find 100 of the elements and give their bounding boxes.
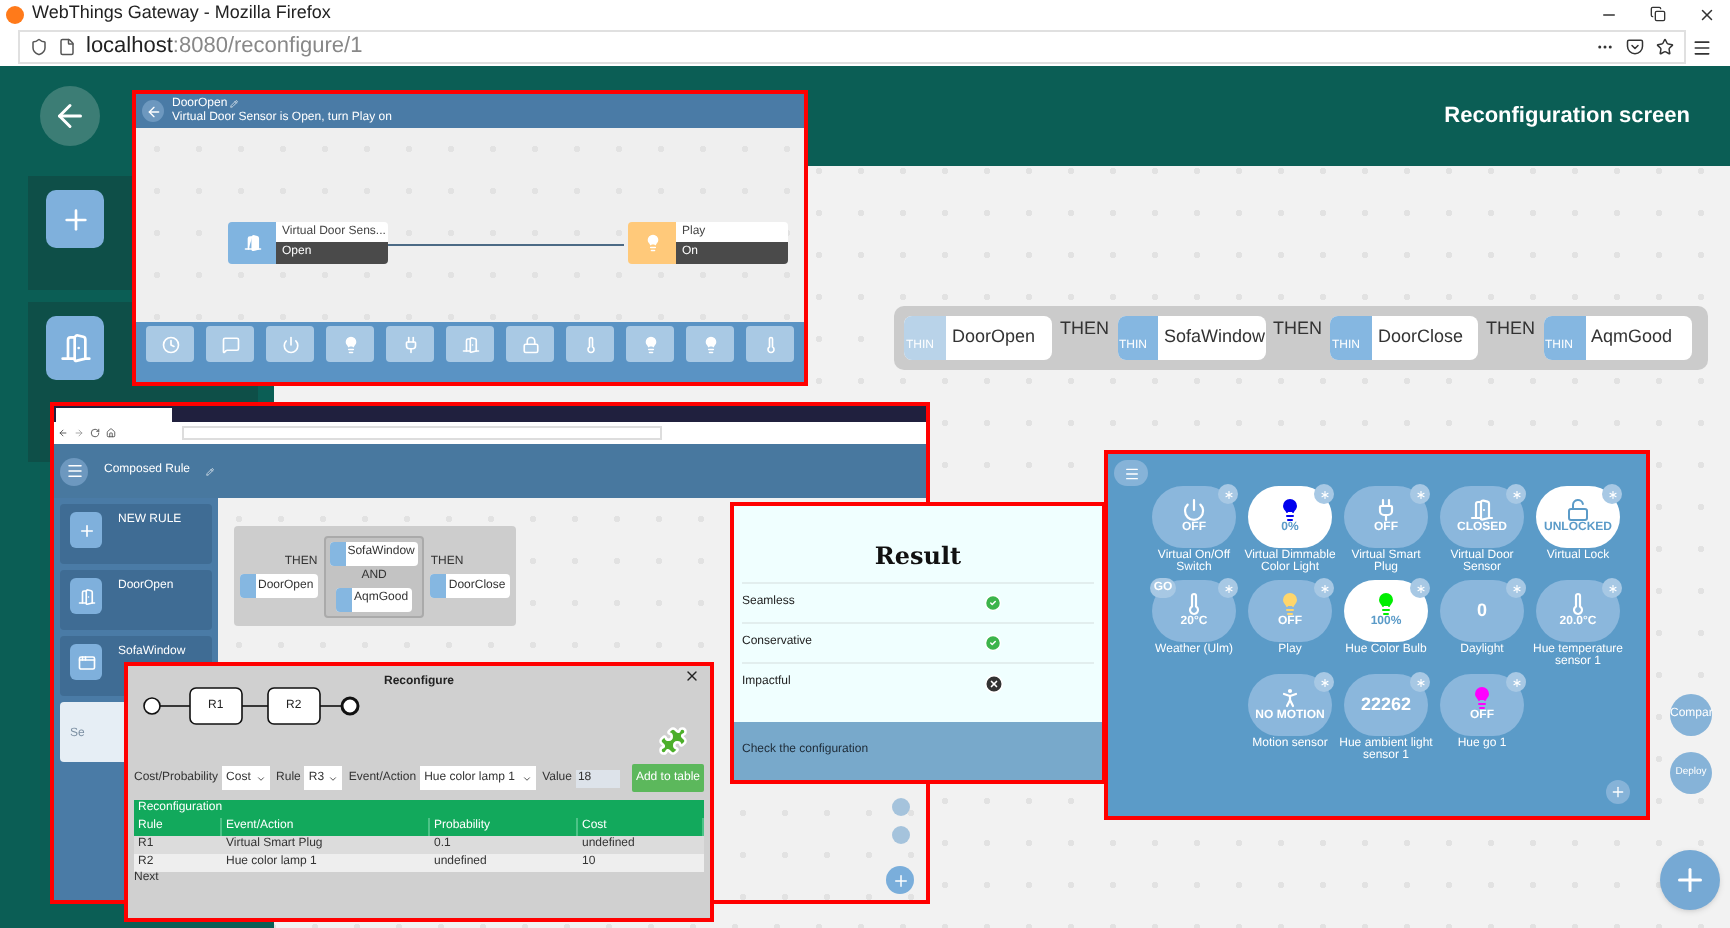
- pocket-icon[interactable]: [1626, 38, 1644, 56]
- puzzle-icon: [658, 726, 688, 756]
- window-title: WebThings Gateway - Mozilla Firefox: [32, 0, 331, 27]
- palette-tile[interactable]: [146, 326, 194, 362]
- plus-icon: [77, 521, 95, 539]
- add-button[interactable]: [886, 866, 914, 894]
- new-rule-button[interactable]: [46, 190, 104, 248]
- wand-button[interactable]: [1218, 578, 1238, 598]
- then-label: THEN: [1060, 316, 1109, 343]
- wand-button[interactable]: [1602, 484, 1622, 504]
- wand-button[interactable]: [1410, 484, 1430, 504]
- wand-button[interactable]: [1314, 672, 1334, 692]
- lightbulb-icon: [643, 234, 661, 252]
- reload-icon[interactable]: [90, 428, 100, 438]
- url-bar[interactable]: localhost:8080/reconfigure/1: [18, 30, 1686, 64]
- star-icon[interactable]: [1656, 38, 1674, 56]
- chevron-icon: [328, 773, 339, 783]
- asterisk-icon: [1605, 581, 1619, 595]
- wand-button[interactable]: [1314, 578, 1334, 598]
- url-field[interactable]: [182, 426, 662, 440]
- palette-tile[interactable]: [566, 326, 614, 362]
- power-icon: [1182, 498, 1206, 522]
- asterisk-icon: [1413, 581, 1427, 595]
- door-icon: [461, 335, 479, 353]
- restore-icon[interactable]: [1650, 5, 1666, 21]
- clock-icon: [161, 335, 179, 353]
- wand-button[interactable]: [1314, 484, 1334, 504]
- plus-icon: [1610, 784, 1626, 800]
- chevron-icon: [256, 773, 267, 783]
- thing-state: 22262: [1360, 698, 1412, 712]
- plug-icon: [401, 335, 419, 353]
- palette-tile[interactable]: [626, 326, 674, 362]
- asterisk-icon: [1413, 675, 1427, 689]
- palette-tile[interactable]: [746, 326, 794, 362]
- asterisk-icon: [1221, 487, 1235, 501]
- then-label: THEN: [1273, 316, 1322, 343]
- lightbulb-icon: [341, 335, 359, 353]
- wand-button[interactable]: [1218, 484, 1238, 504]
- palette-tile[interactable]: [386, 326, 434, 362]
- plus-icon: [891, 871, 909, 889]
- asterisk-icon: [1509, 487, 1523, 501]
- forward-icon[interactable]: [74, 428, 84, 438]
- asterisk-icon: [1317, 675, 1331, 689]
- thing-name: DoorOpen: [950, 324, 1036, 351]
- plug-icon: [1374, 498, 1398, 522]
- door-icon: [1470, 498, 1494, 522]
- asterisk-icon: [1605, 487, 1619, 501]
- asterisk-icon: [1317, 581, 1331, 595]
- window-icon: [77, 653, 95, 671]
- add-button[interactable]: [1606, 780, 1630, 804]
- menu-icon: [65, 462, 83, 480]
- wand-button[interactable]: [1410, 672, 1430, 692]
- wand-button[interactable]: [1602, 578, 1622, 598]
- back-button[interactable]: [40, 86, 100, 146]
- asterisk-icon: [1509, 581, 1523, 595]
- palette-tile[interactable]: [326, 326, 374, 362]
- back-icon[interactable]: [58, 428, 68, 438]
- chevron-icon: [522, 773, 533, 783]
- asterisk-icon: [1221, 581, 1235, 595]
- power-icon: [281, 335, 299, 353]
- page-icon: [58, 38, 76, 56]
- close-icon[interactable]: [684, 668, 700, 684]
- unlocked-icon: [1566, 498, 1590, 522]
- menu-button[interactable]: [60, 457, 88, 485]
- edit-icon: [206, 467, 215, 475]
- firefox-icon: [6, 5, 24, 23]
- add-fab[interactable]: [1660, 850, 1720, 910]
- then-label: THEN: [1486, 316, 1535, 343]
- thing-name: DoorClose: [1376, 324, 1464, 351]
- lightbulb-icon: [641, 335, 659, 353]
- page-title: Reconfiguration screen: [1444, 101, 1690, 132]
- menu-icon[interactable]: [1692, 37, 1712, 57]
- door-icon: [59, 332, 91, 364]
- plus-icon: [1672, 862, 1708, 898]
- wand-button[interactable]: [1506, 484, 1526, 504]
- thing-name: AqmGood: [1589, 324, 1673, 351]
- lock-icon: [521, 335, 539, 353]
- shield-icon: [30, 38, 48, 56]
- wand-button[interactable]: [1410, 578, 1430, 598]
- palette-tile[interactable]: [446, 326, 494, 362]
- thing-state: 0: [1476, 604, 1487, 618]
- palette-tile[interactable]: [686, 326, 734, 362]
- door-icon: [77, 587, 95, 605]
- wand-button[interactable]: [1506, 578, 1526, 598]
- home-icon[interactable]: [106, 428, 116, 438]
- thermometer-icon: [761, 335, 779, 353]
- palette-tile[interactable]: [206, 326, 254, 362]
- wand-button[interactable]: [1506, 672, 1526, 692]
- palette-tile[interactable]: [266, 326, 314, 362]
- lightbulb-icon: [701, 335, 719, 353]
- browser-tab[interactable]: [56, 407, 172, 421]
- back-button[interactable]: [142, 100, 164, 122]
- palette-tile[interactable]: [506, 326, 554, 362]
- back-icon: [145, 103, 161, 119]
- asterisk-icon: [1413, 487, 1427, 501]
- close-icon[interactable]: [1698, 5, 1716, 23]
- menu-button[interactable]: [1114, 460, 1148, 486]
- door-tile[interactable]: [46, 316, 104, 380]
- menu-icon: [1123, 465, 1139, 481]
- message-icon: [221, 335, 239, 353]
